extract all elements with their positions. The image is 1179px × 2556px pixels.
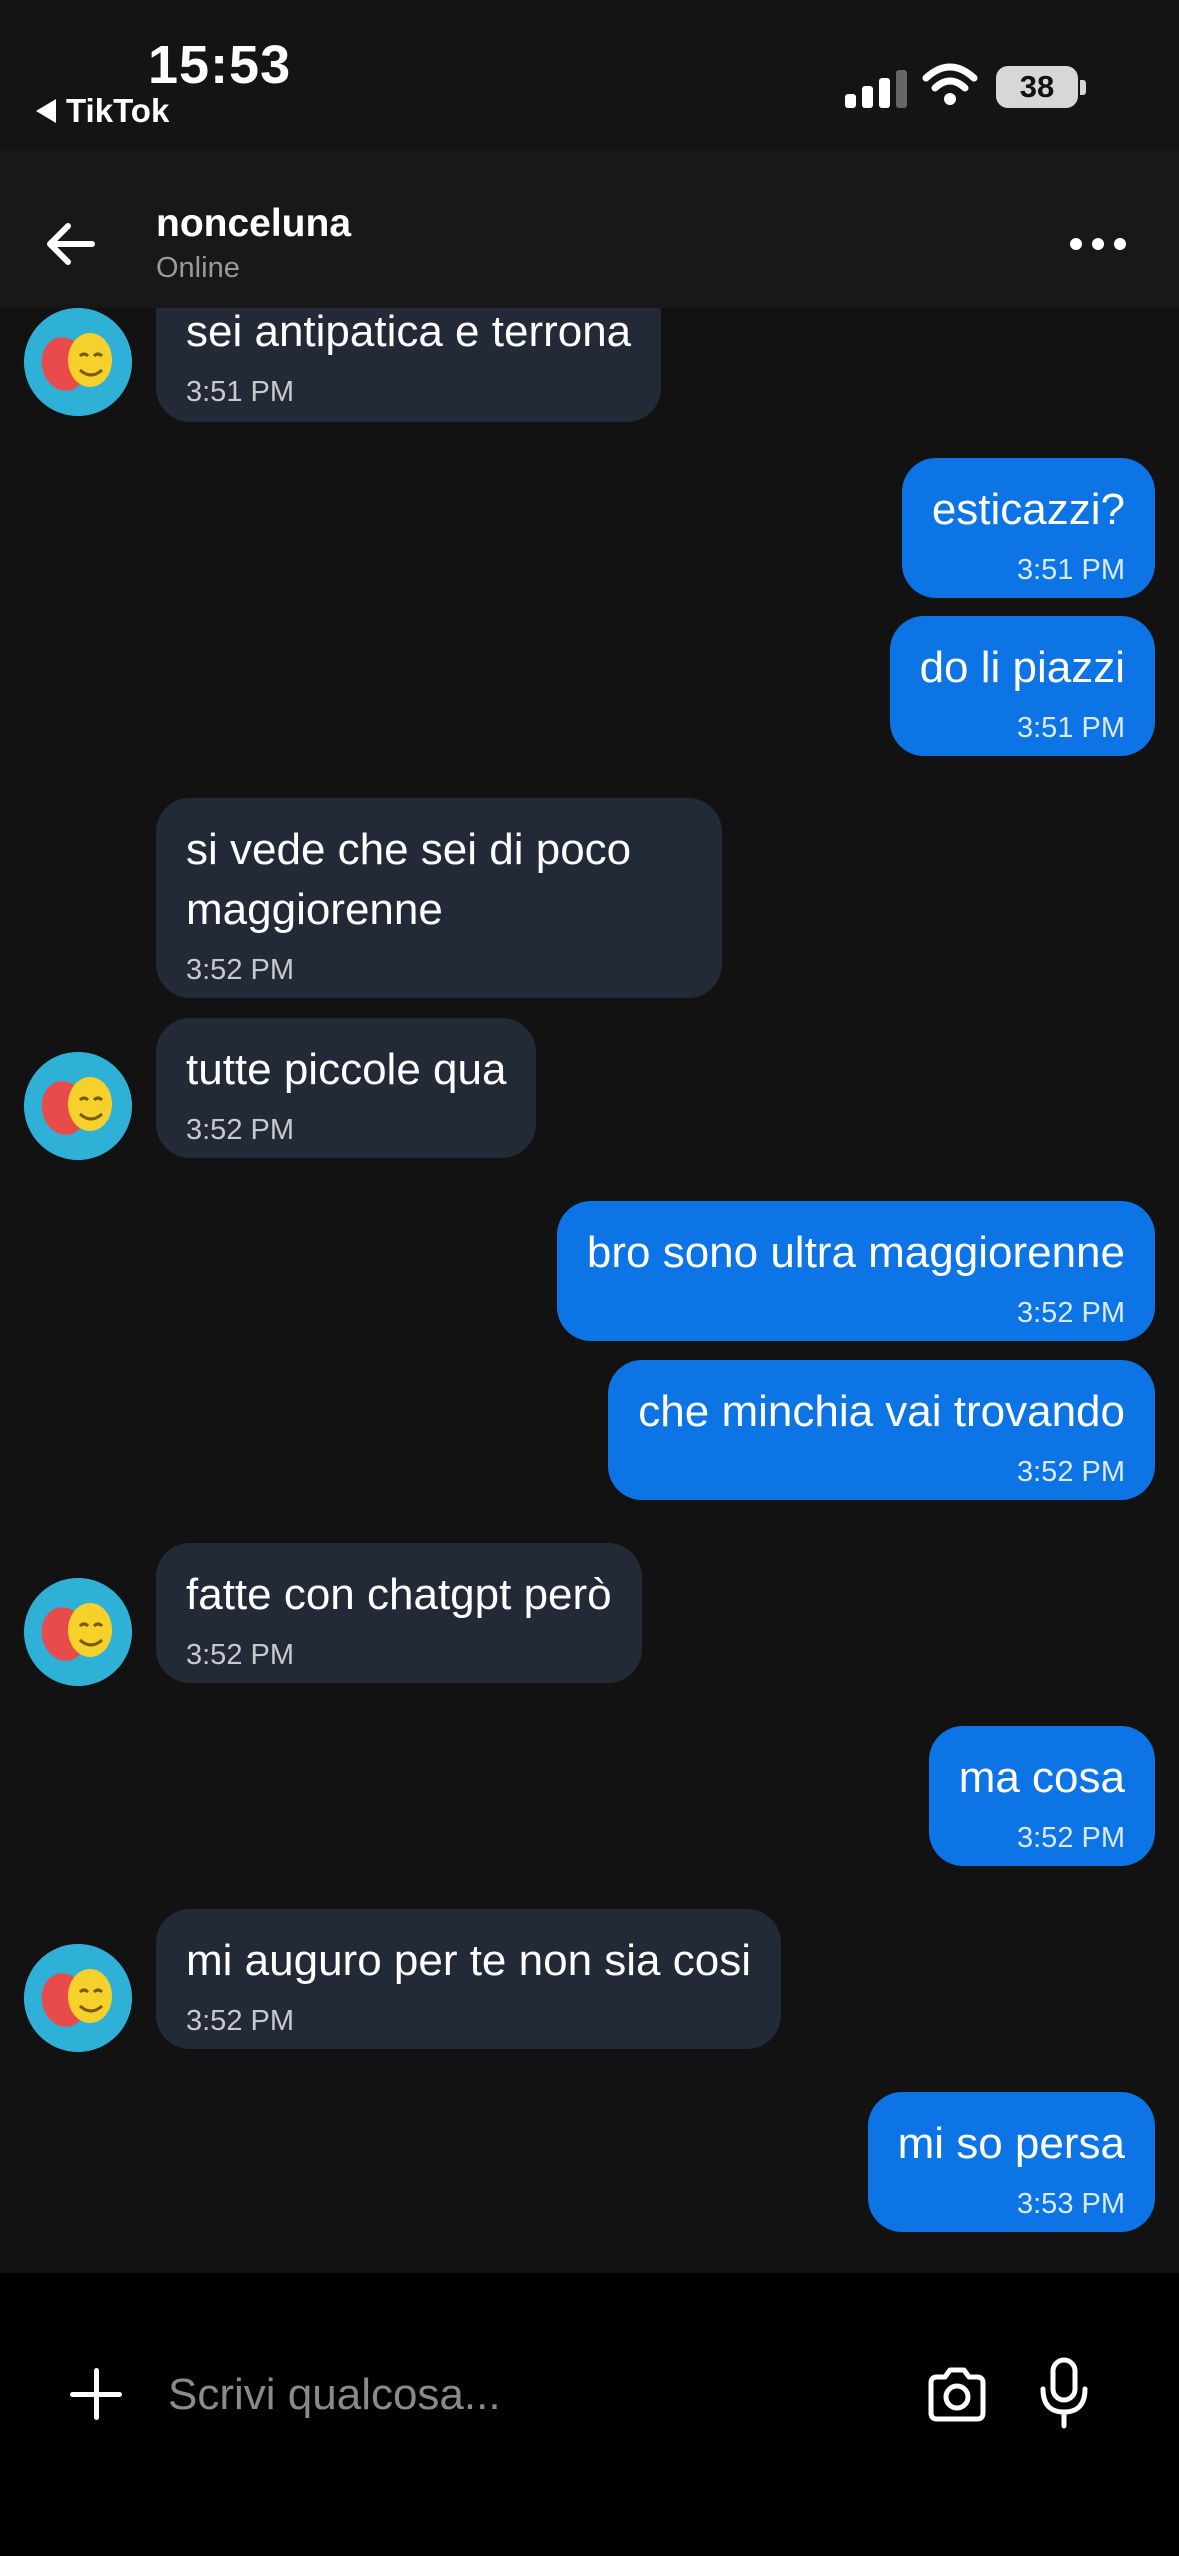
message-timestamp: 3:52 PM bbox=[1017, 1822, 1125, 1854]
message-bubble-outgoing[interactable]: che minchia vai trovando 3:52 PM bbox=[608, 1360, 1155, 1500]
message-text: tutte piccole qua bbox=[186, 1045, 507, 1094]
theater-masks-icon[interactable] bbox=[24, 308, 132, 416]
message-text: bro sono ultra maggiorenne bbox=[586, 1228, 1125, 1277]
message-timestamp: 3:51 PM bbox=[1017, 712, 1125, 744]
back-triangle-icon bbox=[36, 99, 56, 123]
message-bubble-incoming[interactable]: sei antipatica e terrona 3:51 PM bbox=[156, 308, 662, 422]
message-composer bbox=[0, 2273, 1179, 2556]
theater-masks-icon[interactable] bbox=[24, 1052, 132, 1160]
message-bubble-outgoing[interactable]: bro sono ultra maggiorenne 3:52 PM bbox=[556, 1201, 1155, 1341]
message-timestamp: 3:52 PM bbox=[186, 1114, 294, 1146]
message-timestamp: 3:52 PM bbox=[186, 954, 294, 986]
message-input[interactable] bbox=[168, 2363, 868, 2427]
message-bubble-incoming[interactable]: fatte con chatgpt però 3:52 PM bbox=[156, 1543, 642, 1683]
wifi-icon bbox=[922, 63, 978, 105]
message-text: esticazzi? bbox=[931, 485, 1125, 534]
message-bubble-incoming[interactable]: mi auguro per te non sia cosi 3:52 PM bbox=[156, 1909, 781, 2049]
message-bubble-outgoing[interactable]: do li piazzi 3:51 PM bbox=[889, 616, 1155, 756]
message-text: ma cosa bbox=[958, 1753, 1125, 1802]
message-bubble-outgoing[interactable]: mi so persa 3:53 PM bbox=[867, 2092, 1155, 2232]
message-timestamp: 3:52 PM bbox=[1017, 1297, 1125, 1329]
message-text: mi auguro per te non sia cosi bbox=[186, 1936, 751, 1985]
signal-icon bbox=[845, 68, 907, 108]
back-app-label: TikTok bbox=[66, 92, 170, 129]
message-text-line2: maggiorenne bbox=[186, 885, 443, 934]
battery-icon: 38 bbox=[996, 66, 1078, 108]
camera-icon[interactable] bbox=[925, 2365, 989, 2425]
theater-masks-icon[interactable] bbox=[24, 1578, 132, 1686]
status-time: 15:53 bbox=[148, 35, 292, 95]
battery-cap bbox=[1080, 80, 1086, 95]
message-text: che minchia vai trovando bbox=[638, 1387, 1125, 1436]
contact-name[interactable]: nonceluna bbox=[156, 202, 351, 246]
message-bubble-outgoing[interactable]: esticazzi? 3:51 PM bbox=[901, 458, 1155, 598]
more-icon[interactable] bbox=[1070, 238, 1126, 250]
microphone-icon[interactable] bbox=[1038, 2357, 1090, 2429]
message-timestamp: 3:52 PM bbox=[186, 2005, 294, 2037]
message-timestamp: 3:52 PM bbox=[1017, 1456, 1125, 1488]
back-to-app-link[interactable]: TikTok bbox=[36, 92, 169, 130]
message-text-line1: si vede che sei di poco bbox=[186, 825, 632, 874]
message-bubble-outgoing[interactable]: ma cosa 3:52 PM bbox=[928, 1726, 1155, 1866]
message-timestamp: 3:51 PM bbox=[186, 376, 294, 408]
message-list[interactable]: sei antipatica e terrona 3:51 PM esticaz… bbox=[0, 308, 1179, 2273]
status-bar: 15:53 TikTok 38 bbox=[0, 0, 1179, 150]
message-text: mi so persa bbox=[897, 2119, 1125, 2168]
message-bubble-incoming[interactable]: tutte piccole qua 3:52 PM bbox=[156, 1018, 537, 1158]
plus-icon[interactable] bbox=[70, 2368, 122, 2420]
contact-status: Online bbox=[156, 252, 240, 284]
message-timestamp: 3:51 PM bbox=[1017, 554, 1125, 586]
theater-masks-icon[interactable] bbox=[24, 1944, 132, 2052]
message-text: do li piazzi bbox=[919, 643, 1125, 692]
back-arrow-icon[interactable] bbox=[40, 214, 100, 274]
message-timestamp: 3:53 PM bbox=[1017, 2188, 1125, 2220]
message-bubble-incoming[interactable]: si vede che sei di poco maggiorenne 3:52… bbox=[156, 798, 722, 998]
message-text: sei antipatica e terrona bbox=[186, 308, 632, 356]
message-text: fatte con chatgpt però bbox=[186, 1570, 612, 1619]
chat-header: nonceluna Online bbox=[0, 150, 1179, 308]
message-timestamp: 3:52 PM bbox=[186, 1639, 294, 1671]
